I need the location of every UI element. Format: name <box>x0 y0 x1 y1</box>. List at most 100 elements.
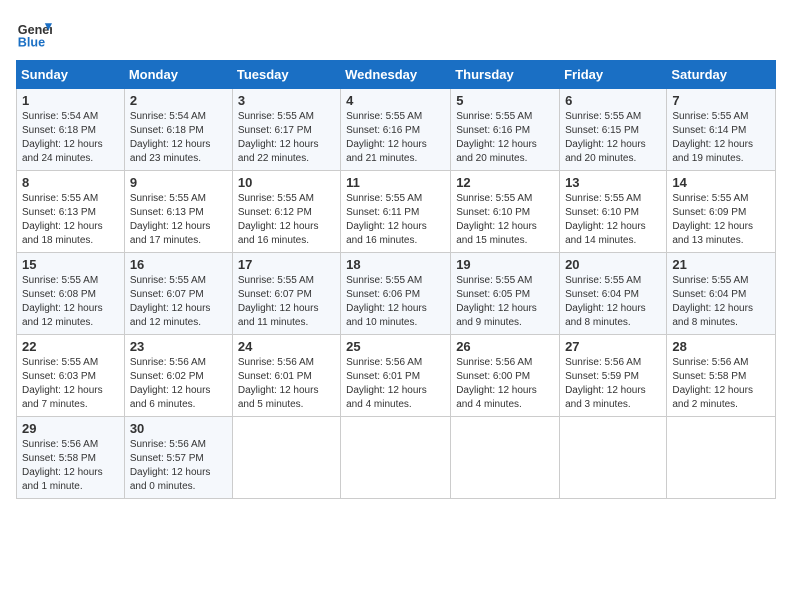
calendar-cell: 12 Sunrise: 5:55 AMSunset: 6:10 PMDaylig… <box>451 171 560 253</box>
day-number: 13 <box>565 175 661 190</box>
day-info: Sunrise: 5:55 AMSunset: 6:13 PMDaylight:… <box>130 192 227 248</box>
day-number: 2 <box>130 93 227 108</box>
day-number: 28 <box>672 339 770 354</box>
calendar-header-row: SundayMondayTuesdayWednesdayThursdayFrid… <box>17 61 776 89</box>
svg-text:Blue: Blue <box>18 36 45 50</box>
calendar-cell: 28 Sunrise: 5:56 AMSunset: 5:58 PMDaylig… <box>667 335 776 417</box>
day-info: Sunrise: 5:55 AMSunset: 6:16 PMDaylight:… <box>346 110 445 166</box>
day-info: Sunrise: 5:55 AMSunset: 6:10 PMDaylight:… <box>456 192 554 248</box>
day-number: 11 <box>346 175 445 190</box>
day-info: Sunrise: 5:55 AMSunset: 6:08 PMDaylight:… <box>22 274 119 330</box>
day-number: 20 <box>565 257 661 272</box>
day-info: Sunrise: 5:54 AMSunset: 6:18 PMDaylight:… <box>22 110 119 166</box>
day-number: 27 <box>565 339 661 354</box>
calendar-cell: 15 Sunrise: 5:55 AMSunset: 6:08 PMDaylig… <box>17 253 125 335</box>
logo-icon: General Blue <box>16 16 52 52</box>
calendar-cell: 2 Sunrise: 5:54 AMSunset: 6:18 PMDayligh… <box>124 89 232 171</box>
calendar-cell: 9 Sunrise: 5:55 AMSunset: 6:13 PMDayligh… <box>124 171 232 253</box>
calendar-cell: 19 Sunrise: 5:55 AMSunset: 6:05 PMDaylig… <box>451 253 560 335</box>
day-number: 4 <box>346 93 445 108</box>
calendar-cell: 8 Sunrise: 5:55 AMSunset: 6:13 PMDayligh… <box>17 171 125 253</box>
day-info: Sunrise: 5:55 AMSunset: 6:09 PMDaylight:… <box>672 192 770 248</box>
calendar-cell: 24 Sunrise: 5:56 AMSunset: 6:01 PMDaylig… <box>232 335 340 417</box>
day-number: 5 <box>456 93 554 108</box>
calendar-cell <box>341 417 451 499</box>
day-info: Sunrise: 5:56 AMSunset: 5:57 PMDaylight:… <box>130 438 227 494</box>
calendar-cell: 18 Sunrise: 5:55 AMSunset: 6:06 PMDaylig… <box>341 253 451 335</box>
calendar-cell: 1 Sunrise: 5:54 AMSunset: 6:18 PMDayligh… <box>17 89 125 171</box>
day-number: 29 <box>22 421 119 436</box>
day-number: 26 <box>456 339 554 354</box>
calendar-cell: 23 Sunrise: 5:56 AMSunset: 6:02 PMDaylig… <box>124 335 232 417</box>
day-number: 7 <box>672 93 770 108</box>
calendar-cell: 27 Sunrise: 5:56 AMSunset: 5:59 PMDaylig… <box>560 335 667 417</box>
day-info: Sunrise: 5:55 AMSunset: 6:13 PMDaylight:… <box>22 192 119 248</box>
day-number: 9 <box>130 175 227 190</box>
day-info: Sunrise: 5:55 AMSunset: 6:16 PMDaylight:… <box>456 110 554 166</box>
calendar-cell: 25 Sunrise: 5:56 AMSunset: 6:01 PMDaylig… <box>341 335 451 417</box>
day-info: Sunrise: 5:55 AMSunset: 6:12 PMDaylight:… <box>238 192 335 248</box>
day-number: 15 <box>22 257 119 272</box>
calendar-cell: 6 Sunrise: 5:55 AMSunset: 6:15 PMDayligh… <box>560 89 667 171</box>
calendar-cell: 14 Sunrise: 5:55 AMSunset: 6:09 PMDaylig… <box>667 171 776 253</box>
calendar-body: 1 Sunrise: 5:54 AMSunset: 6:18 PMDayligh… <box>17 89 776 499</box>
day-info: Sunrise: 5:56 AMSunset: 6:00 PMDaylight:… <box>456 356 554 412</box>
calendar-cell: 17 Sunrise: 5:55 AMSunset: 6:07 PMDaylig… <box>232 253 340 335</box>
day-info: Sunrise: 5:55 AMSunset: 6:05 PMDaylight:… <box>456 274 554 330</box>
day-info: Sunrise: 5:55 AMSunset: 6:06 PMDaylight:… <box>346 274 445 330</box>
day-number: 17 <box>238 257 335 272</box>
calendar-cell: 16 Sunrise: 5:55 AMSunset: 6:07 PMDaylig… <box>124 253 232 335</box>
day-number: 16 <box>130 257 227 272</box>
column-header-thursday: Thursday <box>451 61 560 89</box>
calendar-cell: 3 Sunrise: 5:55 AMSunset: 6:17 PMDayligh… <box>232 89 340 171</box>
day-info: Sunrise: 5:55 AMSunset: 6:03 PMDaylight:… <box>22 356 119 412</box>
day-number: 22 <box>22 339 119 354</box>
day-number: 10 <box>238 175 335 190</box>
day-info: Sunrise: 5:55 AMSunset: 6:07 PMDaylight:… <box>130 274 227 330</box>
calendar-week-row: 22 Sunrise: 5:55 AMSunset: 6:03 PMDaylig… <box>17 335 776 417</box>
day-info: Sunrise: 5:54 AMSunset: 6:18 PMDaylight:… <box>130 110 227 166</box>
column-header-wednesday: Wednesday <box>341 61 451 89</box>
day-info: Sunrise: 5:56 AMSunset: 6:01 PMDaylight:… <box>238 356 335 412</box>
day-number: 1 <box>22 93 119 108</box>
day-number: 30 <box>130 421 227 436</box>
column-header-saturday: Saturday <box>667 61 776 89</box>
calendar-cell: 29 Sunrise: 5:56 AMSunset: 5:58 PMDaylig… <box>17 417 125 499</box>
calendar-week-row: 1 Sunrise: 5:54 AMSunset: 6:18 PMDayligh… <box>17 89 776 171</box>
calendar-cell <box>451 417 560 499</box>
calendar-cell: 11 Sunrise: 5:55 AMSunset: 6:11 PMDaylig… <box>341 171 451 253</box>
calendar-week-row: 29 Sunrise: 5:56 AMSunset: 5:58 PMDaylig… <box>17 417 776 499</box>
column-header-sunday: Sunday <box>17 61 125 89</box>
calendar-cell <box>667 417 776 499</box>
day-number: 3 <box>238 93 335 108</box>
calendar-cell: 30 Sunrise: 5:56 AMSunset: 5:57 PMDaylig… <box>124 417 232 499</box>
day-number: 12 <box>456 175 554 190</box>
day-number: 23 <box>130 339 227 354</box>
calendar-week-row: 15 Sunrise: 5:55 AMSunset: 6:08 PMDaylig… <box>17 253 776 335</box>
calendar-cell: 7 Sunrise: 5:55 AMSunset: 6:14 PMDayligh… <box>667 89 776 171</box>
day-info: Sunrise: 5:56 AMSunset: 5:59 PMDaylight:… <box>565 356 661 412</box>
logo: General Blue <box>16 16 52 52</box>
column-header-friday: Friday <box>560 61 667 89</box>
day-number: 19 <box>456 257 554 272</box>
day-info: Sunrise: 5:55 AMSunset: 6:11 PMDaylight:… <box>346 192 445 248</box>
day-number: 18 <box>346 257 445 272</box>
day-info: Sunrise: 5:56 AMSunset: 5:58 PMDaylight:… <box>22 438 119 494</box>
calendar-cell: 5 Sunrise: 5:55 AMSunset: 6:16 PMDayligh… <box>451 89 560 171</box>
day-number: 6 <box>565 93 661 108</box>
calendar-cell: 13 Sunrise: 5:55 AMSunset: 6:10 PMDaylig… <box>560 171 667 253</box>
calendar-cell: 21 Sunrise: 5:55 AMSunset: 6:04 PMDaylig… <box>667 253 776 335</box>
calendar-cell: 4 Sunrise: 5:55 AMSunset: 6:16 PMDayligh… <box>341 89 451 171</box>
day-info: Sunrise: 5:55 AMSunset: 6:04 PMDaylight:… <box>672 274 770 330</box>
day-info: Sunrise: 5:55 AMSunset: 6:14 PMDaylight:… <box>672 110 770 166</box>
calendar-cell: 26 Sunrise: 5:56 AMSunset: 6:00 PMDaylig… <box>451 335 560 417</box>
header: General Blue <box>16 16 776 52</box>
day-number: 14 <box>672 175 770 190</box>
day-info: Sunrise: 5:55 AMSunset: 6:15 PMDaylight:… <box>565 110 661 166</box>
calendar-cell: 10 Sunrise: 5:55 AMSunset: 6:12 PMDaylig… <box>232 171 340 253</box>
calendar-cell <box>560 417 667 499</box>
day-info: Sunrise: 5:56 AMSunset: 6:01 PMDaylight:… <box>346 356 445 412</box>
day-info: Sunrise: 5:55 AMSunset: 6:04 PMDaylight:… <box>565 274 661 330</box>
calendar-cell <box>232 417 340 499</box>
day-info: Sunrise: 5:56 AMSunset: 6:02 PMDaylight:… <box>130 356 227 412</box>
